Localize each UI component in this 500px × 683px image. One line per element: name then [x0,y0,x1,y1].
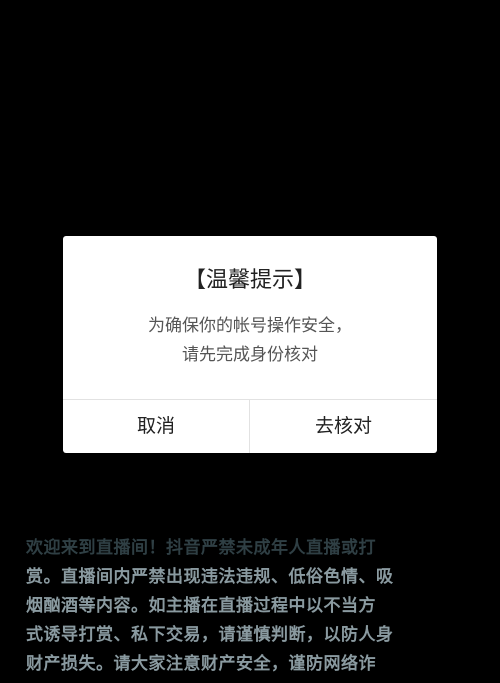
live-room-notice: 欢迎来到直播间！抖音严禁未成年人直播或打 赏。直播间内严禁出现违法违规、低俗色情… [26,534,406,679]
notice-line: 式诱导打赏、私下交易，请谨慎判断，以防人身 [26,625,394,645]
verification-dialog: 【温馨提示】 为确保你的帐号操作安全， 请先完成身份核对 取消 去核对 [63,236,437,453]
cancel-button[interactable]: 取消 [63,400,249,453]
dialog-title: 【温馨提示】 [183,268,316,293]
notice-line: 赏。直播间内严禁出现违法违规、低俗色情、吸 [26,567,394,587]
notice-line: 财产损失。请大家注意财产安全，谨防网络诈 [26,654,376,674]
verify-button[interactable]: 去核对 [250,400,437,453]
dialog-message-line: 请先完成身份核对 [182,345,318,365]
dialog-message: 为确保你的帐号操作安全， 请先完成身份核对 [63,312,437,370]
notice-line: 欢迎来到直播间！抖音严禁未成年人直播或打 [26,538,376,558]
notice-line: 烟酗酒等内容。如主播在直播过程中以不当方 [26,596,376,616]
dialog-message-line: 为确保你的帐号操作安全， [148,316,352,336]
